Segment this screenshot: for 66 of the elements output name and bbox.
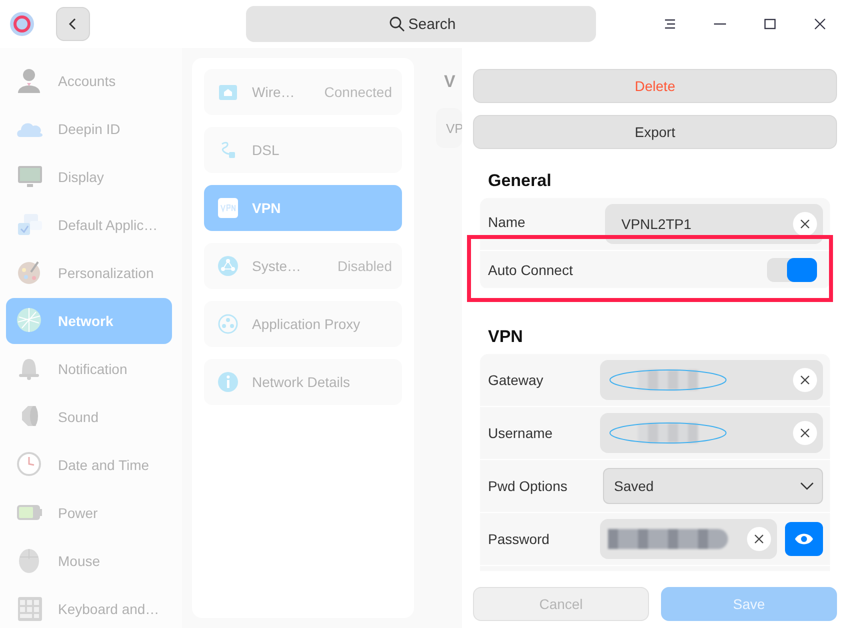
connection-list-item[interactable]: Network Details <box>204 359 402 405</box>
connection-list-item[interactable]: Application Proxy <box>204 301 402 347</box>
password-field[interactable] <box>600 519 777 559</box>
field-label: Auto Connect <box>488 262 574 278</box>
network-icon <box>16 307 44 335</box>
sidebar-item[interactable]: Keyboard and… <box>6 586 172 628</box>
chevron-left-icon <box>68 17 78 31</box>
clear-button[interactable] <box>793 368 817 392</box>
sidebar-item[interactable]: Personalization <box>6 250 172 296</box>
hub-icon <box>218 256 238 276</box>
field-label: Name <box>488 214 526 230</box>
field-label: Pwd Options <box>488 478 568 494</box>
text-field[interactable]: VPNL2TP1 <box>605 204 823 244</box>
connection-list-item[interactable]: VPN <box>204 185 402 231</box>
sidebar-item[interactable]: Deepin ID <box>6 106 172 152</box>
clock-icon <box>16 451 44 479</box>
clear-button[interactable] <box>747 527 771 551</box>
sidebar-item[interactable]: Notification <box>6 346 172 392</box>
toggle-switch[interactable] <box>767 258 817 282</box>
text-field[interactable] <box>600 413 823 453</box>
back-button[interactable] <box>56 7 90 41</box>
section-heading: VPN <box>488 327 524 347</box>
info-icon <box>218 372 238 392</box>
text-field[interactable] <box>600 360 823 400</box>
blurred-value <box>638 423 698 443</box>
section-heading: V <box>444 72 456 92</box>
close-icon <box>800 219 810 229</box>
sidebar-item[interactable]: Sound <box>6 394 172 440</box>
close-icon <box>814 18 826 30</box>
sidebar-item[interactable]: Network <box>6 298 172 344</box>
close-icon <box>754 534 764 544</box>
sidebar-item[interactable]: Mouse <box>6 538 172 584</box>
plug-icon <box>218 82 238 102</box>
close-icon <box>800 428 810 438</box>
share-icon <box>218 314 238 334</box>
menu-icon <box>664 18 676 30</box>
gear-icon <box>8 10 36 38</box>
field-label: Gateway <box>488 372 544 388</box>
connection-list-item[interactable]: DSL <box>204 127 402 173</box>
sidebar-item[interactable]: Power <box>6 490 172 536</box>
close-icon <box>800 375 810 385</box>
clear-button[interactable] <box>793 421 817 445</box>
delete-button[interactable]: Delete <box>473 69 837 103</box>
vpn-badge-icon <box>218 198 238 218</box>
connection-list-item[interactable]: Syste… Disabled <box>204 243 402 289</box>
export-button[interactable]: Export <box>473 115 837 149</box>
maximize-icon <box>764 18 776 30</box>
sidebar-item[interactable]: Date and Time <box>6 442 172 488</box>
sidebar-item[interactable]: Display <box>6 154 172 200</box>
clear-button[interactable] <box>793 212 817 236</box>
search-icon <box>389 16 405 32</box>
field-label: Username <box>488 425 554 441</box>
chevron-down-icon <box>800 482 814 490</box>
blurred-value <box>638 370 698 390</box>
field-label: Password <box>488 531 550 547</box>
section-heading: General <box>488 171 552 191</box>
keyboard-icon <box>16 595 44 623</box>
sidebar-item[interactable]: Accounts <box>6 58 172 104</box>
connection-list-item[interactable]: Wire… Connected <box>204 69 402 115</box>
status-text: Disabled <box>338 258 392 274</box>
status-text: Connected <box>324 84 392 100</box>
show-password-button[interactable] <box>785 522 823 556</box>
dropdown[interactable]: Saved <box>603 468 823 504</box>
eye-icon <box>794 533 814 545</box>
search-field[interactable]: Search <box>246 6 596 42</box>
sidebar-item[interactable]: Default Applic… <box>6 202 172 248</box>
